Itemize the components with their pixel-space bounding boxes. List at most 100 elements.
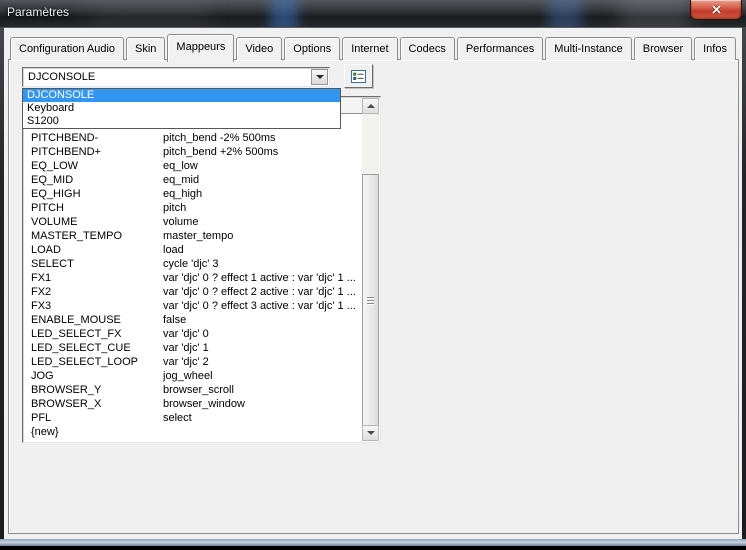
mapping-action-cell: select — [163, 411, 361, 425]
mappings-list: PITCHBEND- pitch_bend -2% 500ms PITCHBEN… — [22, 96, 381, 443]
mapping-row[interactable]: JOG jog_wheel — [24, 369, 361, 383]
dropdown-option[interactable]: S1200 — [23, 115, 340, 128]
tab[interactable]: Infos — [694, 37, 736, 60]
scroll-up-icon — [367, 104, 375, 108]
mapping-row[interactable]: PITCHBEND+ pitch_bend +2% 500ms — [24, 145, 361, 159]
mapping-key-cell: VOLUME — [24, 215, 163, 229]
list-properties-icon — [350, 69, 367, 84]
mapping-key-cell: {new} — [24, 425, 163, 439]
mapping-key-cell: PITCHBEND- — [24, 131, 163, 145]
mapping-key-cell: MASTER_TEMPO — [24, 229, 163, 243]
mapping-key-cell: LED_SELECT_LOOP — [24, 355, 163, 369]
mapping-row[interactable]: FX2 var 'djc' 0 ? effect 2 active : var … — [24, 285, 361, 299]
mapping-action-cell: eq_low — [163, 159, 361, 173]
mapping-action-cell: eq_mid — [163, 173, 361, 187]
mapping-key-cell: LOAD — [24, 243, 163, 257]
tab[interactable]: Video — [236, 37, 282, 60]
mapping-row[interactable]: FX1 var 'djc' 0 ? effect 1 active : var … — [24, 271, 361, 285]
tab[interactable]: Codecs — [400, 37, 455, 60]
mapping-row[interactable]: LOAD load — [24, 243, 361, 257]
mapping-row[interactable]: EQ_MID eq_mid — [24, 173, 361, 187]
mapping-key-cell: FX1 — [24, 271, 163, 285]
mapping-action-cell: var 'djc' 0 ? effect 2 active : var 'djc… — [163, 285, 361, 299]
glass-streak — [270, 0, 298, 27]
mapper-combobox-value: DJCONSOLE — [28, 70, 95, 85]
mapper-combobox[interactable]: DJCONSOLE — [22, 67, 330, 87]
tab[interactable]: Browser — [634, 37, 692, 60]
tab-bar: Configuration AudioSkinMappeursVideoOpti… — [10, 33, 736, 60]
scroll-up-button[interactable] — [362, 98, 379, 114]
window-title: Paramètres — [7, 5, 69, 19]
mapping-key-cell: EQ_MID — [24, 173, 163, 187]
settings-window: Paramètres Configuration AudioSkinMappeu… — [0, 0, 746, 550]
glass-streak — [90, 0, 210, 27]
mapping-row[interactable]: PFL select — [24, 411, 361, 425]
dropdown-option[interactable]: Keyboard — [23, 102, 340, 115]
mapping-action-cell: jog_wheel — [163, 369, 361, 383]
tab[interactable]: Internet — [342, 37, 397, 60]
mapping-action-cell: volume — [163, 215, 361, 229]
scrollbar-thumb[interactable] — [362, 174, 379, 427]
tab[interactable]: Options — [284, 37, 340, 60]
mapping-action-cell: load — [163, 243, 361, 257]
mapping-key-cell: PITCH — [24, 201, 163, 215]
mapper-properties-button[interactable] — [344, 64, 373, 88]
mapping-action-cell: browser_scroll — [163, 383, 361, 397]
mapping-key-cell: BROWSER_Y — [24, 383, 163, 397]
chevron-down-icon — [316, 75, 324, 79]
dropdown-option[interactable]: DJCONSOLE — [23, 89, 340, 102]
tab[interactable]: Configuration Audio — [10, 37, 124, 60]
mapping-row[interactable]: PITCHBEND- pitch_bend -2% 500ms — [24, 131, 361, 145]
mapping-key-cell: PFL — [24, 411, 163, 425]
mapping-action-cell: var 'djc' 0 ? effect 3 active : var 'djc… — [163, 299, 361, 313]
mapping-row[interactable]: BROWSER_Y browser_scroll — [24, 383, 361, 397]
mapping-key-cell: JOG — [24, 369, 163, 383]
mapper-combobox-arrow-button[interactable] — [311, 69, 328, 85]
mapping-key-cell: LED_SELECT_CUE — [24, 341, 163, 355]
scroll-down-button[interactable] — [362, 425, 379, 441]
mapping-action-cell: pitch_bend -2% 500ms — [163, 131, 361, 145]
mapping-action-cell: cycle 'djc' 3 — [163, 257, 361, 271]
window-shadow-bottom — [0, 546, 746, 550]
mapping-action-cell: browser_window — [163, 397, 361, 411]
list-scrollbar[interactable] — [362, 98, 379, 441]
window-border-bottom — [0, 539, 746, 546]
mapping-row[interactable]: SELECT cycle 'djc' 3 — [24, 257, 361, 271]
mapping-action-cell: master_tempo — [163, 229, 361, 243]
mapping-action-cell: false — [163, 313, 361, 327]
mapping-row[interactable]: BROWSER_X browser_window — [24, 397, 361, 411]
mapping-row[interactable]: PITCH pitch — [24, 201, 361, 215]
mapping-row[interactable]: LED_SELECT_FX var 'djc' 0 — [24, 327, 361, 341]
tab[interactable]: Mappeurs — [167, 34, 234, 62]
mapping-row[interactable]: LED_SELECT_CUE var 'djc' 1 — [24, 341, 361, 355]
mapping-row[interactable]: MASTER_TEMPO master_tempo — [24, 229, 361, 243]
mapping-key-cell: LED_SELECT_FX — [24, 327, 163, 341]
mapping-row[interactable]: EQ_LOW eq_low — [24, 159, 361, 173]
close-button[interactable] — [690, 0, 742, 20]
mapping-row[interactable]: {new} — [24, 425, 361, 439]
mapping-action-cell: pitch_bend +2% 500ms — [163, 145, 361, 159]
mapping-action-cell: var 'djc' 2 — [163, 355, 361, 369]
mapping-row[interactable]: FX3 var 'djc' 0 ? effect 3 active : var … — [24, 299, 361, 313]
mapping-action-cell: var 'djc' 0 ? effect 1 active : var 'djc… — [163, 271, 361, 285]
glass-streak — [620, 0, 690, 27]
tab[interactable]: Performances — [457, 37, 543, 60]
scroll-down-icon — [367, 431, 375, 435]
scrollbar-grip-icon — [367, 297, 374, 306]
mapping-row[interactable]: VOLUME volume — [24, 215, 361, 229]
tab[interactable]: Skin — [126, 37, 165, 60]
mapper-dropdown-list: DJCONSOLEKeyboardS1200 — [22, 88, 341, 129]
mapping-row[interactable]: EQ_HIGH eq_high — [24, 187, 361, 201]
mappings-rows: PITCHBEND- pitch_bend -2% 500ms PITCHBEN… — [24, 131, 361, 441]
glass-streak — [548, 0, 582, 27]
mapping-key-cell: EQ_LOW — [24, 159, 163, 173]
mapping-action-cell: var 'djc' 0 — [163, 327, 361, 341]
mapping-key-cell: EQ_HIGH — [24, 187, 163, 201]
titlebar[interactable]: Paramètres — [0, 0, 746, 27]
close-icon — [712, 5, 721, 14]
tab[interactable]: Multi-Instance — [545, 37, 631, 60]
mapping-row[interactable]: ENABLE_MOUSE false — [24, 313, 361, 327]
mapping-key-cell: PITCHBEND+ — [24, 145, 163, 159]
mapping-action-cell: eq_high — [163, 187, 361, 201]
mapping-row[interactable]: LED_SELECT_LOOP var 'djc' 2 — [24, 355, 361, 369]
